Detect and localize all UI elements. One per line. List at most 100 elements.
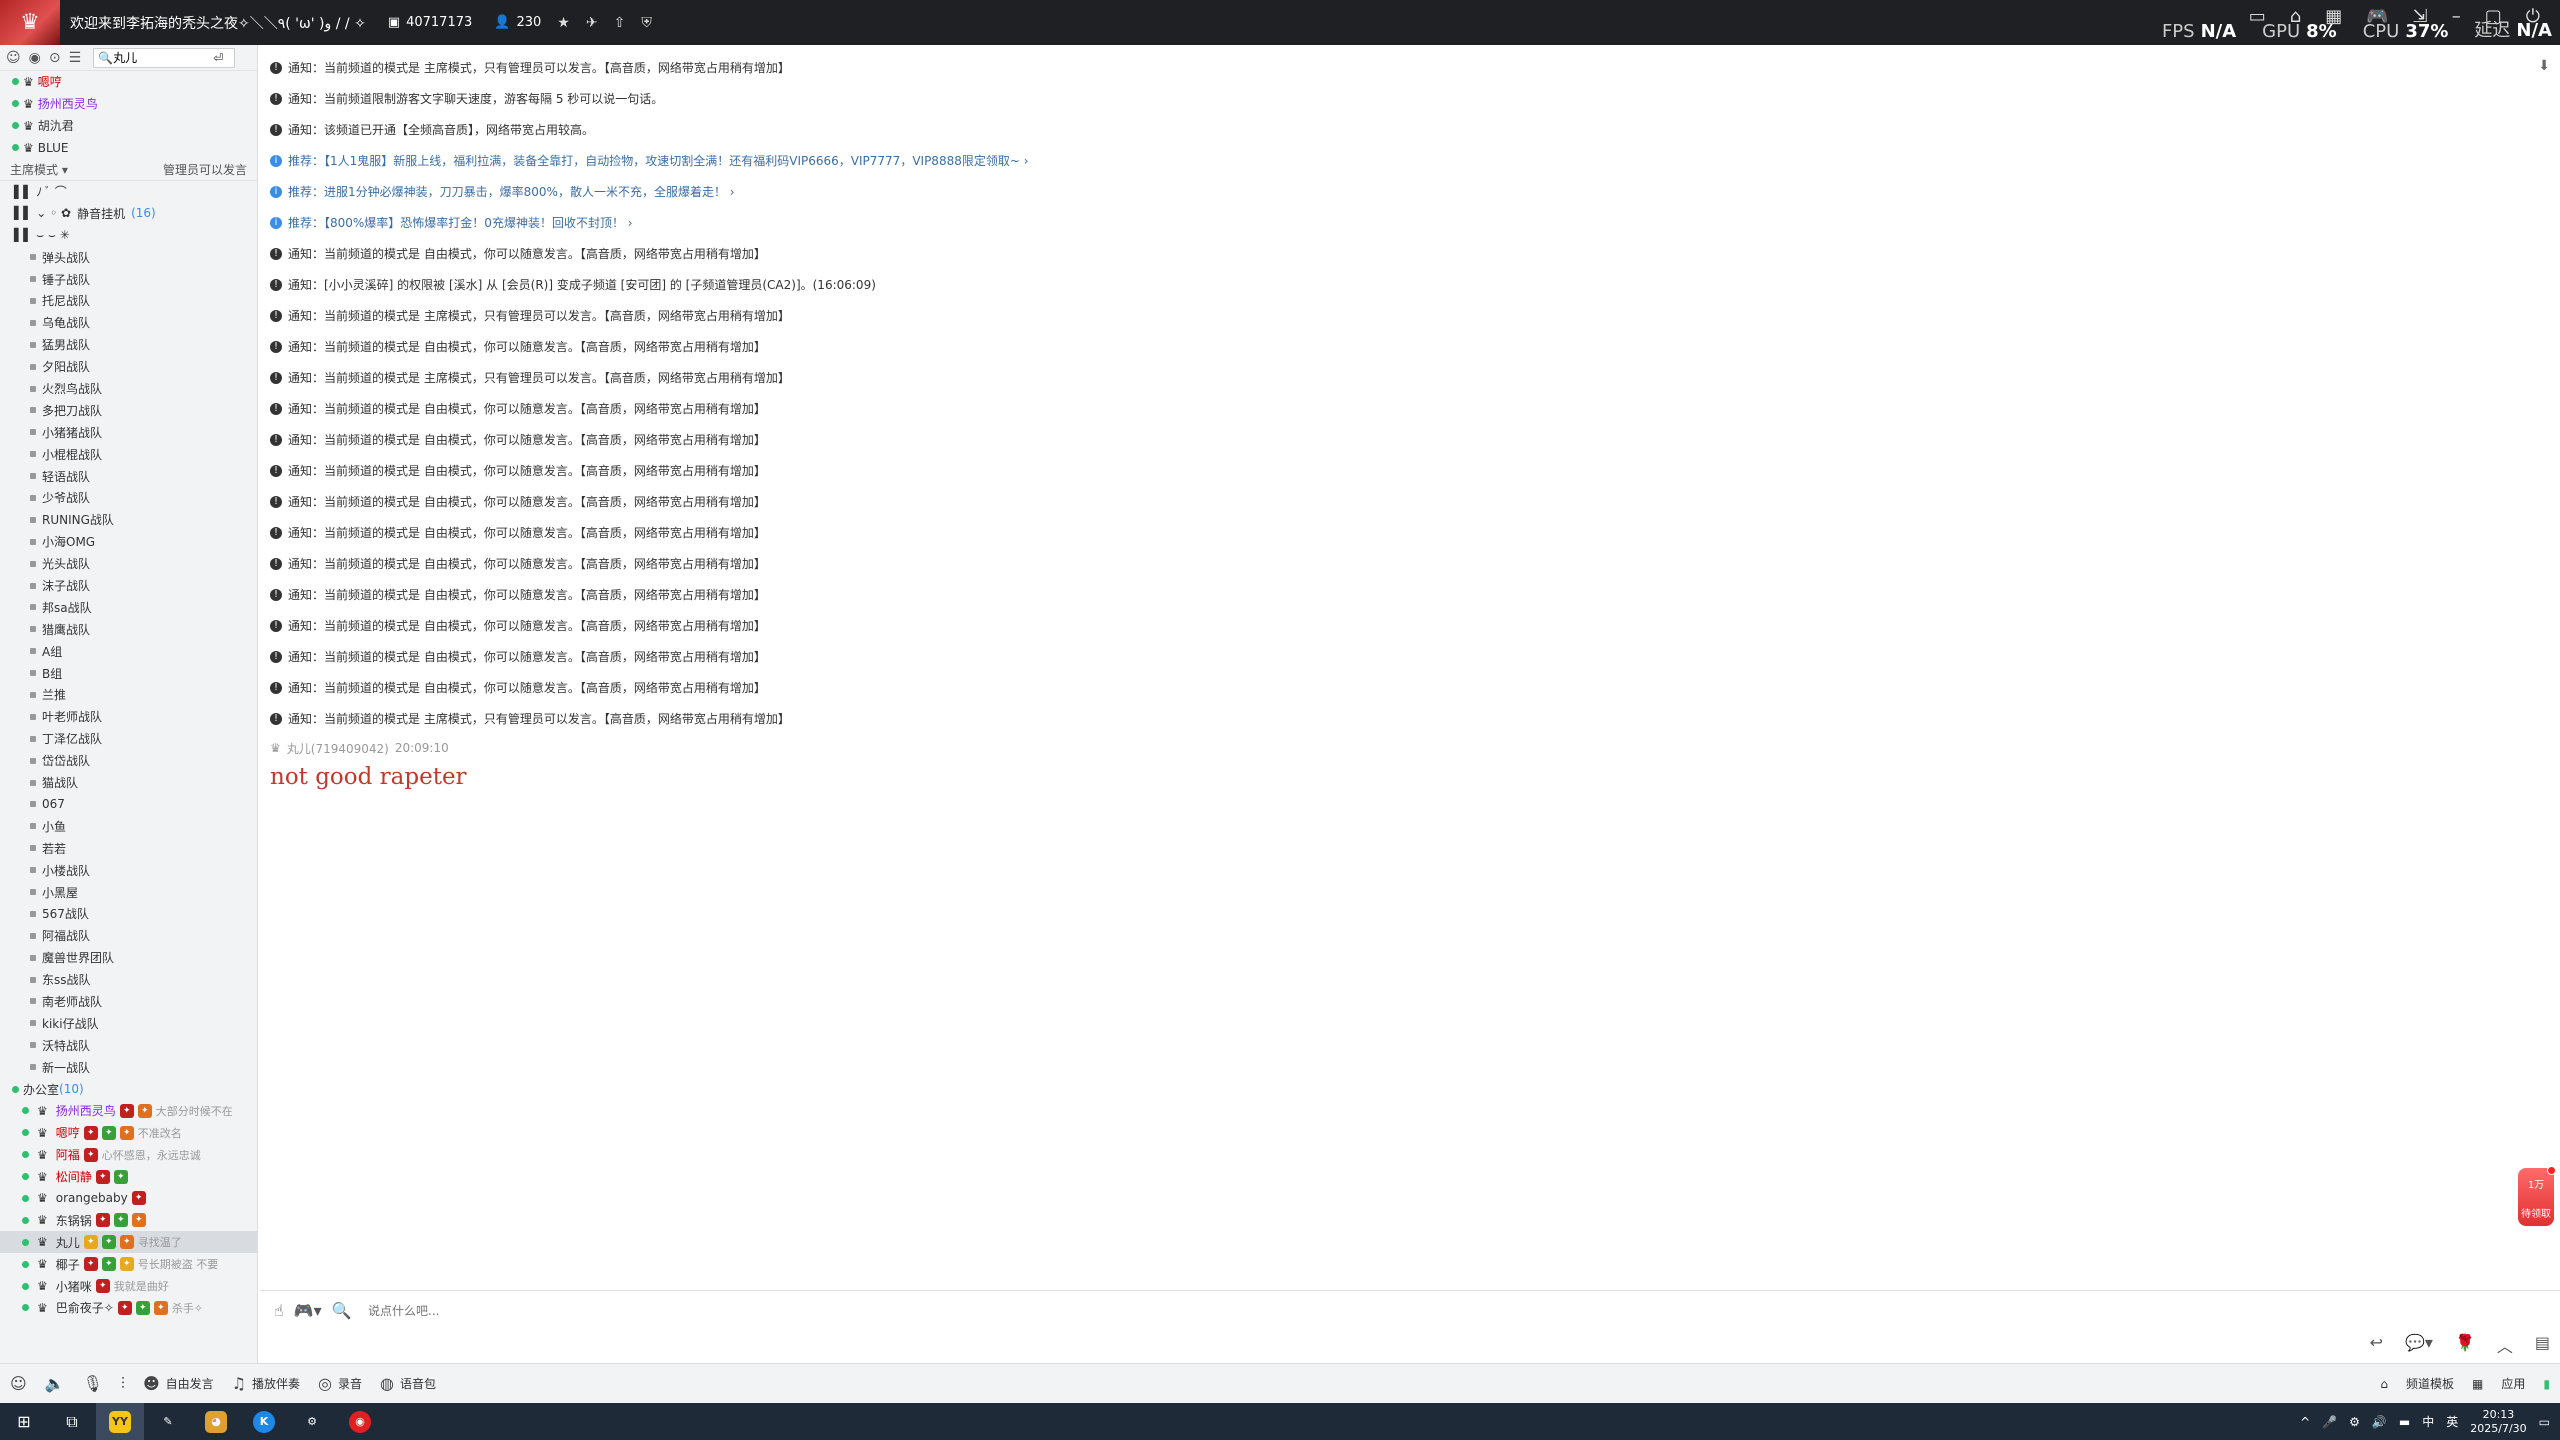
channel-logo[interactable]: ♛ <box>0 0 60 45</box>
recommend-message[interactable]: i 推荐：进服1分钟必爆神装，刀刀暴击，爆率800%，散人一米不充，全服爆着走！ … <box>270 176 2520 207</box>
calendar-icon[interactable]: ▤ <box>2535 1333 2550 1357</box>
channel-item[interactable]: 猎鹰战队 <box>0 618 257 640</box>
taskbar-app-netease[interactable]: ◉ <box>336 1403 384 1440</box>
member-row[interactable]: ♛ 嗯哼 ✦ ✦ ✦ 不准改名 <box>0 1122 257 1144</box>
mode-select[interactable]: 主席模式 ▾ <box>10 161 68 178</box>
member-row[interactable]: ♛ 丸儿 ✦ ✦ ✦ 寻找温了 <box>0 1231 257 1254</box>
shield-icon[interactable]: ⛨ <box>641 15 652 31</box>
top-user-row[interactable]: ♛ 嗯哼 <box>0 71 257 93</box>
list-icon[interactable]: ☰ <box>69 50 82 66</box>
chat-icon[interactable]: ◉ <box>29 50 41 66</box>
channel-item[interactable]: 567战队 <box>0 903 257 925</box>
channel-item[interactable]: 新一战队 <box>0 1056 257 1078</box>
channel-item[interactable]: 弹头战队 <box>0 246 257 268</box>
member-row[interactable]: ♛ 巴俞夜子✧ ✦ ✦ ✦ 杀手✧ <box>0 1297 257 1319</box>
enter-icon[interactable]: ⏎ <box>213 51 223 65</box>
channel-item[interactable]: 丁泽亿战队 <box>0 728 257 750</box>
gamepad-icon[interactable]: 🎮▾ <box>294 1301 322 1320</box>
channel-item[interactable]: 南老师战队 <box>0 991 257 1013</box>
scroll-bottom-icon[interactable]: ⬇ <box>2538 58 2550 74</box>
free-speak-button[interactable]: ☻ 自由发言 <box>143 1374 214 1393</box>
channel-item[interactable]: 沫子战队 <box>0 575 257 597</box>
bubble-icon[interactable]: 💬▾ <box>2405 1333 2433 1357</box>
taskbar-app-steam[interactable]: ⚙ <box>288 1403 336 1440</box>
speaker-button[interactable]: 🔈 <box>45 1374 65 1393</box>
tray-settings-icon[interactable]: ⚙ <box>2349 1415 2360 1429</box>
channel-item[interactable]: RUNING战队 <box>0 509 257 531</box>
star-icon[interactable]: ★ <box>557 15 570 31</box>
avatar[interactable]: ☺ <box>10 1374 27 1393</box>
voice-pack-button[interactable]: ◍ 语音包 <box>380 1374 436 1393</box>
send-icon[interactable]: ↩ <box>2370 1333 2383 1357</box>
layout-icon[interactable]: ▦ <box>2472 1377 2483 1391</box>
office-group[interactable]: 办公室 (10) <box>0 1078 257 1100</box>
channel-item[interactable]: 托尼战队 <box>0 290 257 312</box>
channel-item[interactable]: B组 <box>0 662 257 684</box>
clock[interactable]: 20:13 2025/7/30 <box>2470 1408 2526 1436</box>
member-row[interactable]: ♛ orangebaby ✦ <box>0 1188 257 1210</box>
channel-item[interactable]: 火烈鸟战队 <box>0 378 257 400</box>
member-row[interactable]: ♛ 小猪咪 ✦ 我就是曲好 <box>0 1275 257 1297</box>
mic-button[interactable]: 🎙 <box>83 1374 103 1393</box>
channel-item[interactable]: A组 <box>0 640 257 662</box>
member-row[interactable]: ♛ 东锅锅 ✦ ✦ ✦ <box>0 1209 257 1231</box>
channel-item[interactable]: 小黑屋 <box>0 881 257 903</box>
room-row-3[interactable]: ▌▌ ⌣ ⌣ ✳ <box>0 224 257 246</box>
recommend-message[interactable]: i 推荐：【800%爆率】恐怖爆率打金！0充爆神装！回收不封顶！ › <box>270 207 2520 238</box>
recommend-message[interactable]: i 推荐：【1人1鬼服】新服上线，福利拉满，装备全靠打，自动捡物，攻速切割全满！还… <box>270 145 2520 176</box>
mixer-button[interactable]: ⫶ <box>121 1374 125 1394</box>
notification-icon[interactable]: ▭ <box>2539 1415 2550 1429</box>
channel-item[interactable]: 叶老师战队 <box>0 706 257 728</box>
channel-item[interactable]: 岱岱战队 <box>0 750 257 772</box>
room-row-1[interactable]: ▌▌ ﾉ ﾞ ⌒ <box>0 181 257 203</box>
expand-icon[interactable]: ︿ <box>2497 1333 2513 1357</box>
channel-item[interactable]: 沃特战队 <box>0 1034 257 1056</box>
member-row[interactable]: ♛ 阿福 ✦ 心怀感恩，永远忠诚 <box>0 1144 257 1166</box>
channel-item[interactable]: 小棍棍战队 <box>0 443 257 465</box>
record-button[interactable]: ◎ 录音 <box>318 1374 362 1393</box>
tray-mic-icon[interactable]: 🎤 <box>2322 1415 2337 1429</box>
chat-input[interactable] <box>368 1299 1868 1323</box>
channel-item[interactable]: kiki仔战队 <box>0 1012 257 1034</box>
task-view-icon[interactable]: ⧉ <box>48 1403 96 1440</box>
template-icon[interactable]: ⌂ <box>2380 1377 2388 1391</box>
tray-flag-icon[interactable]: ▬ <box>2399 1415 2410 1429</box>
play-music-button[interactable]: ♫ 播放伴奏 <box>232 1374 300 1393</box>
channel-item[interactable]: 光头战队 <box>0 553 257 575</box>
channel-item[interactable]: 乌龟战队 <box>0 312 257 334</box>
rose-icon[interactable]: 🌹 <box>2455 1333 2475 1357</box>
channel-item[interactable]: 兰推 <box>0 684 257 706</box>
top-user-row[interactable]: ♛ 扬州西灵鸟 <box>0 93 257 115</box>
taskbar-app-k[interactable]: K <box>240 1403 288 1440</box>
channel-item[interactable]: 魔兽世界团队 <box>0 947 257 969</box>
channel-item[interactable]: 东ss战队 <box>0 969 257 991</box>
channel-item[interactable]: 猫战队 <box>0 772 257 794</box>
member-row[interactable]: ♛ 椰子 ✦ ✦ ✦ 号长期被盗 不要 <box>0 1253 257 1275</box>
channel-item[interactable]: 少爷战队 <box>0 487 257 509</box>
taskbar-app-yy[interactable]: YY <box>96 1403 144 1440</box>
channel-item[interactable]: 多把刀战队 <box>0 399 257 421</box>
channel-item[interactable]: 小鱼 <box>0 815 257 837</box>
share-icon[interactable]: ⇧ <box>614 15 626 31</box>
channel-item[interactable]: 轻语战队 <box>0 465 257 487</box>
location-icon[interactable]: ⊙ <box>49 50 61 66</box>
ime-indicator[interactable]: 英 <box>2446 1413 2458 1430</box>
channel-template-button[interactable]: 频道模板 <box>2406 1375 2454 1392</box>
user-icon[interactable]: ☺ <box>6 50 21 66</box>
channel-item[interactable]: 阿福战队 <box>0 925 257 947</box>
channel-item[interactable]: 小海OMG <box>0 531 257 553</box>
tray-lang-icon[interactable]: 中 <box>2422 1413 2434 1430</box>
channel-item[interactable]: 067 <box>0 794 257 816</box>
member-row[interactable]: ♛ 松间静 ✦ ✦ <box>0 1166 257 1188</box>
taskbar-app-browser[interactable]: ◕ <box>192 1403 240 1440</box>
channel-item[interactable]: 小猪猪战队 <box>0 421 257 443</box>
channel-item[interactable]: 锤子战队 <box>0 268 257 290</box>
channel-item[interactable]: 猛男战队 <box>0 334 257 356</box>
gift-widget[interactable]: 1万 待领取 <box>2518 1166 2556 1226</box>
plane-icon[interactable]: ✈ <box>586 15 598 31</box>
tray-expand-icon[interactable]: ^ <box>2300 1415 2310 1429</box>
member-row[interactable]: ♛ 扬州西灵鸟 ✦ ✦ 大部分时候不在 <box>0 1100 257 1122</box>
member-search-input[interactable] <box>113 50 214 65</box>
taskbar-app-feather[interactable]: ✎ <box>144 1403 192 1440</box>
channel-item[interactable]: 小楼战队 <box>0 859 257 881</box>
